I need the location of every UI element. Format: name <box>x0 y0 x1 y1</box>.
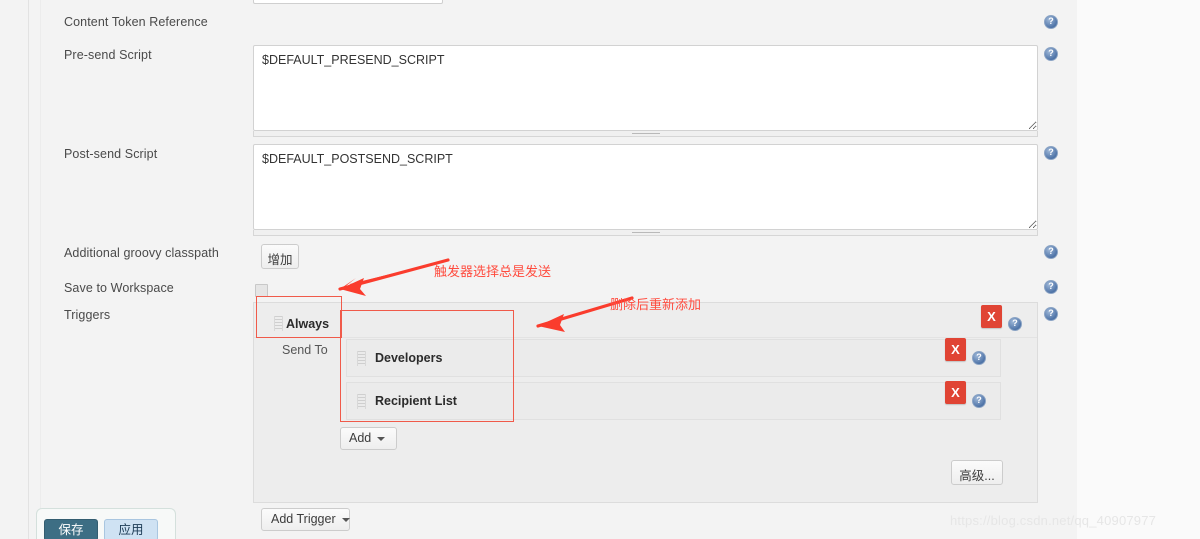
save-to-workspace-checkbox[interactable] <box>255 284 268 297</box>
watermark: https://blog.csdn.net/qq_40907977 <box>950 513 1157 528</box>
delete-recipient-developers-button[interactable]: X <box>945 338 966 361</box>
help-icon-triggers[interactable] <box>1044 307 1058 321</box>
help-icon-additional-groovy-classpath[interactable] <box>1044 245 1058 259</box>
label-pre-send-script: Pre-send Script <box>64 48 152 62</box>
label-content-token-reference: Content Token Reference <box>64 15 208 29</box>
post-send-script-resize-handle[interactable] <box>253 230 1038 236</box>
apply-button[interactable]: 应用 <box>104 519 158 539</box>
save-button[interactable]: 保存 <box>44 519 98 539</box>
label-additional-groovy-classpath: Additional groovy classpath <box>64 246 219 260</box>
annotation-text-readd: 删除后重新添加 <box>610 297 702 312</box>
add-trigger-label: Add Trigger <box>271 512 336 526</box>
add-recipient-button[interactable]: Add <box>340 427 397 450</box>
trigger-name: Always <box>286 317 330 331</box>
pre-send-script-textarea[interactable] <box>253 45 1038 131</box>
help-icon-recipient-developers[interactable] <box>972 351 986 365</box>
page-left-gutter <box>0 0 28 539</box>
recipient-drag-handle-icon[interactable] <box>357 394 366 409</box>
add-trigger-button[interactable]: Add Trigger <box>261 508 350 531</box>
page-right-gutter <box>1077 0 1200 539</box>
help-icon-trigger[interactable] <box>1008 317 1022 331</box>
help-icon-post-send-script[interactable] <box>1044 146 1058 160</box>
pre-send-script-resize-handle[interactable] <box>253 131 1038 137</box>
chevron-down-icon <box>377 436 386 441</box>
label-post-send-script: Post-send Script <box>64 147 158 161</box>
jenkins-editable-email-config: Content Token Reference Pre-send Script … <box>0 0 1200 539</box>
add-recipient-label: Add <box>349 431 372 445</box>
recipient-name: Developers <box>375 351 443 365</box>
help-icon-content-token-reference[interactable] <box>1044 15 1058 29</box>
help-icon-pre-send-script[interactable] <box>1044 47 1058 61</box>
content-token-input[interactable] <box>253 0 443 4</box>
recipient-drag-handle-icon[interactable] <box>357 351 366 366</box>
add-groovy-classpath-button[interactable]: 增加 <box>261 244 299 269</box>
help-icon-save-to-workspace[interactable] <box>1044 280 1058 294</box>
chevron-down-icon <box>341 517 350 522</box>
help-icon-recipient-list[interactable] <box>972 394 986 408</box>
send-to-label: Send To <box>282 343 328 357</box>
delete-recipient-list-button[interactable]: X <box>945 381 966 404</box>
recipient-row-developers: Developers <box>346 339 1001 377</box>
recipient-name: Recipient List <box>375 394 457 408</box>
advanced-button[interactable]: 高级... <box>951 460 1003 485</box>
post-send-script-textarea[interactable] <box>253 144 1038 230</box>
annotation-text-trigger: 触发器选择总是发送 <box>434 264 552 279</box>
trigger-panel: Always Send To Developers Recipient List… <box>253 302 1038 503</box>
label-save-to-workspace: Save to Workspace <box>64 281 174 295</box>
delete-trigger-button[interactable]: X <box>981 305 1002 328</box>
label-triggers: Triggers <box>64 308 111 322</box>
recipient-row-recipient-list: Recipient List <box>346 382 1001 420</box>
trigger-drag-handle-icon[interactable] <box>274 316 283 331</box>
